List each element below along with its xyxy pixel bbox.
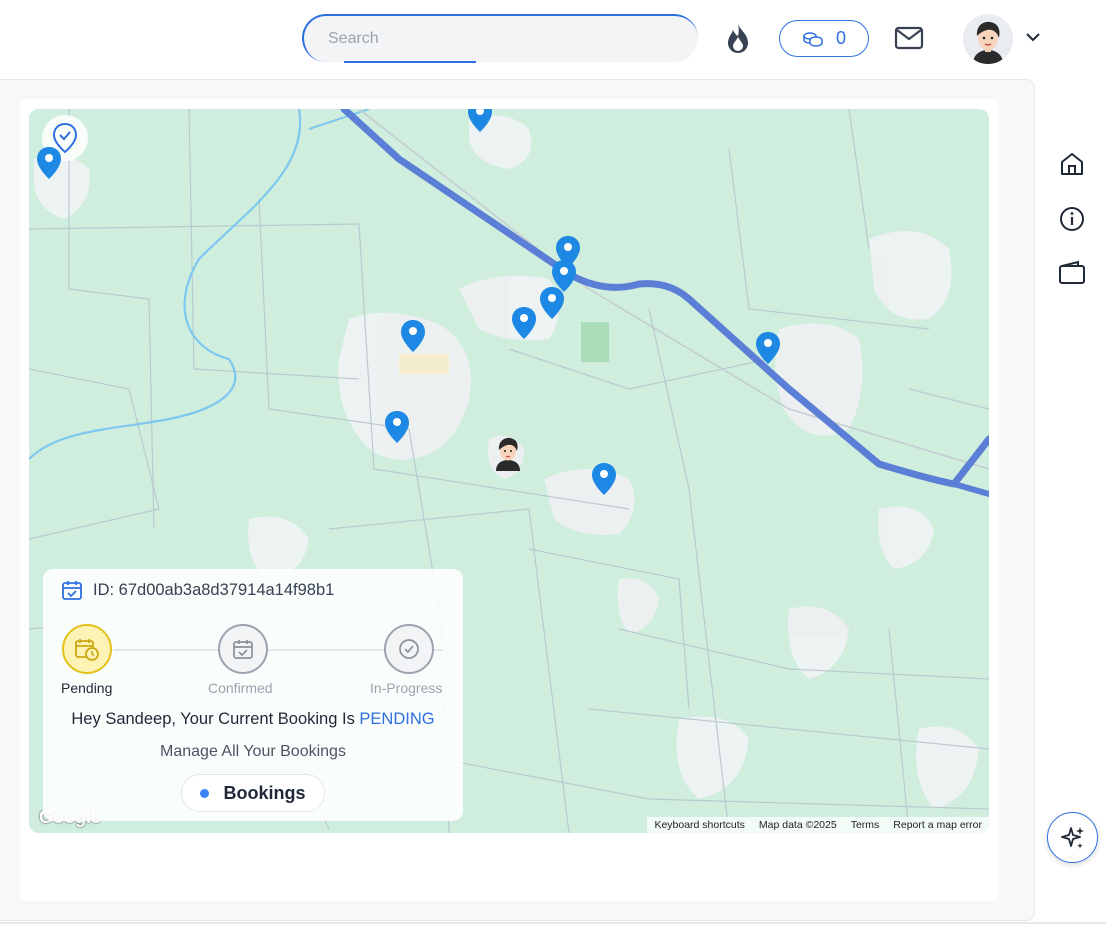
mail-icon[interactable] — [894, 25, 924, 51]
step-pending-circle — [62, 624, 112, 674]
info-icon[interactable] — [1058, 205, 1086, 233]
map-pin-icon[interactable] — [467, 109, 493, 133]
map-attribution: Keyboard shortcuts Map data ©2025 Terms … — [647, 817, 989, 833]
terms-link[interactable]: Terms — [851, 819, 880, 831]
status-dot-icon — [200, 788, 210, 798]
bottom-divider — [0, 922, 1106, 924]
coins-icon — [803, 31, 823, 47]
status-message-text: Hey Sandeep, Your Current Booking Is — [71, 710, 360, 728]
map-pin-icon[interactable] — [591, 462, 617, 496]
step-label-pending: Pending — [61, 680, 113, 696]
coins-button[interactable]: 0 — [779, 20, 869, 57]
coins-count: 0 — [835, 28, 846, 48]
calendar-check-icon — [62, 581, 82, 600]
sparkles-icon — [1060, 826, 1084, 849]
step-label-in-progress: In-Progress — [370, 680, 443, 696]
map-pin-icon[interactable] — [539, 286, 565, 320]
booking-id-row: ID: 67d00ab3a8d37914a14f98b1 — [61, 579, 334, 601]
check-circle-icon — [399, 639, 419, 659]
ai-assistant-button[interactable] — [1047, 812, 1098, 863]
booking-status-card: ID: 67d00ab3a8d37914a14f98b1 Pending Con… — [43, 569, 463, 821]
calendar-clock-icon — [75, 639, 99, 661]
user-location-avatar[interactable] — [489, 433, 527, 471]
step-confirmed-circle — [218, 624, 268, 674]
chevron-down-icon[interactable] — [1024, 30, 1042, 44]
avatar-image — [963, 14, 1013, 64]
map-pin-icon[interactable] — [511, 306, 537, 340]
search-bar[interactable] — [302, 14, 698, 63]
step-label-confirmed: Confirmed — [208, 680, 273, 696]
calendar-check-icon — [233, 640, 253, 659]
bookings-button-label: Bookings — [223, 782, 306, 803]
map-pin-icon[interactable] — [36, 146, 62, 180]
bookings-button[interactable]: Bookings — [181, 774, 325, 812]
map-data-label: Map data ©2025 — [758, 819, 837, 831]
keyboard-shortcuts-link[interactable]: Keyboard shortcuts — [654, 819, 744, 831]
manage-bookings-text: Manage All Your Bookings — [160, 743, 346, 760]
flame-icon[interactable] — [722, 22, 754, 56]
booking-id: ID: 67d00ab3a8d37914a14f98b1 — [93, 580, 335, 599]
step-in-progress-circle — [384, 624, 434, 674]
report-map-error-link[interactable]: Report a map error — [893, 819, 982, 831]
map-pin-icon[interactable] — [384, 410, 410, 444]
profile-avatar[interactable] — [963, 14, 1013, 64]
booking-status-badge: PENDING — [359, 710, 435, 728]
map-pin-icon[interactable] — [755, 331, 781, 365]
top-header: 0 — [0, 0, 1106, 78]
wallet-icon[interactable] — [1058, 259, 1086, 287]
map-pin-icon[interactable] — [400, 319, 426, 353]
home-icon[interactable] — [1058, 150, 1086, 178]
booking-status-message: Hey Sandeep, Your Current Booking Is PEN… — [43, 710, 463, 729]
search-input[interactable] — [326, 29, 666, 49]
